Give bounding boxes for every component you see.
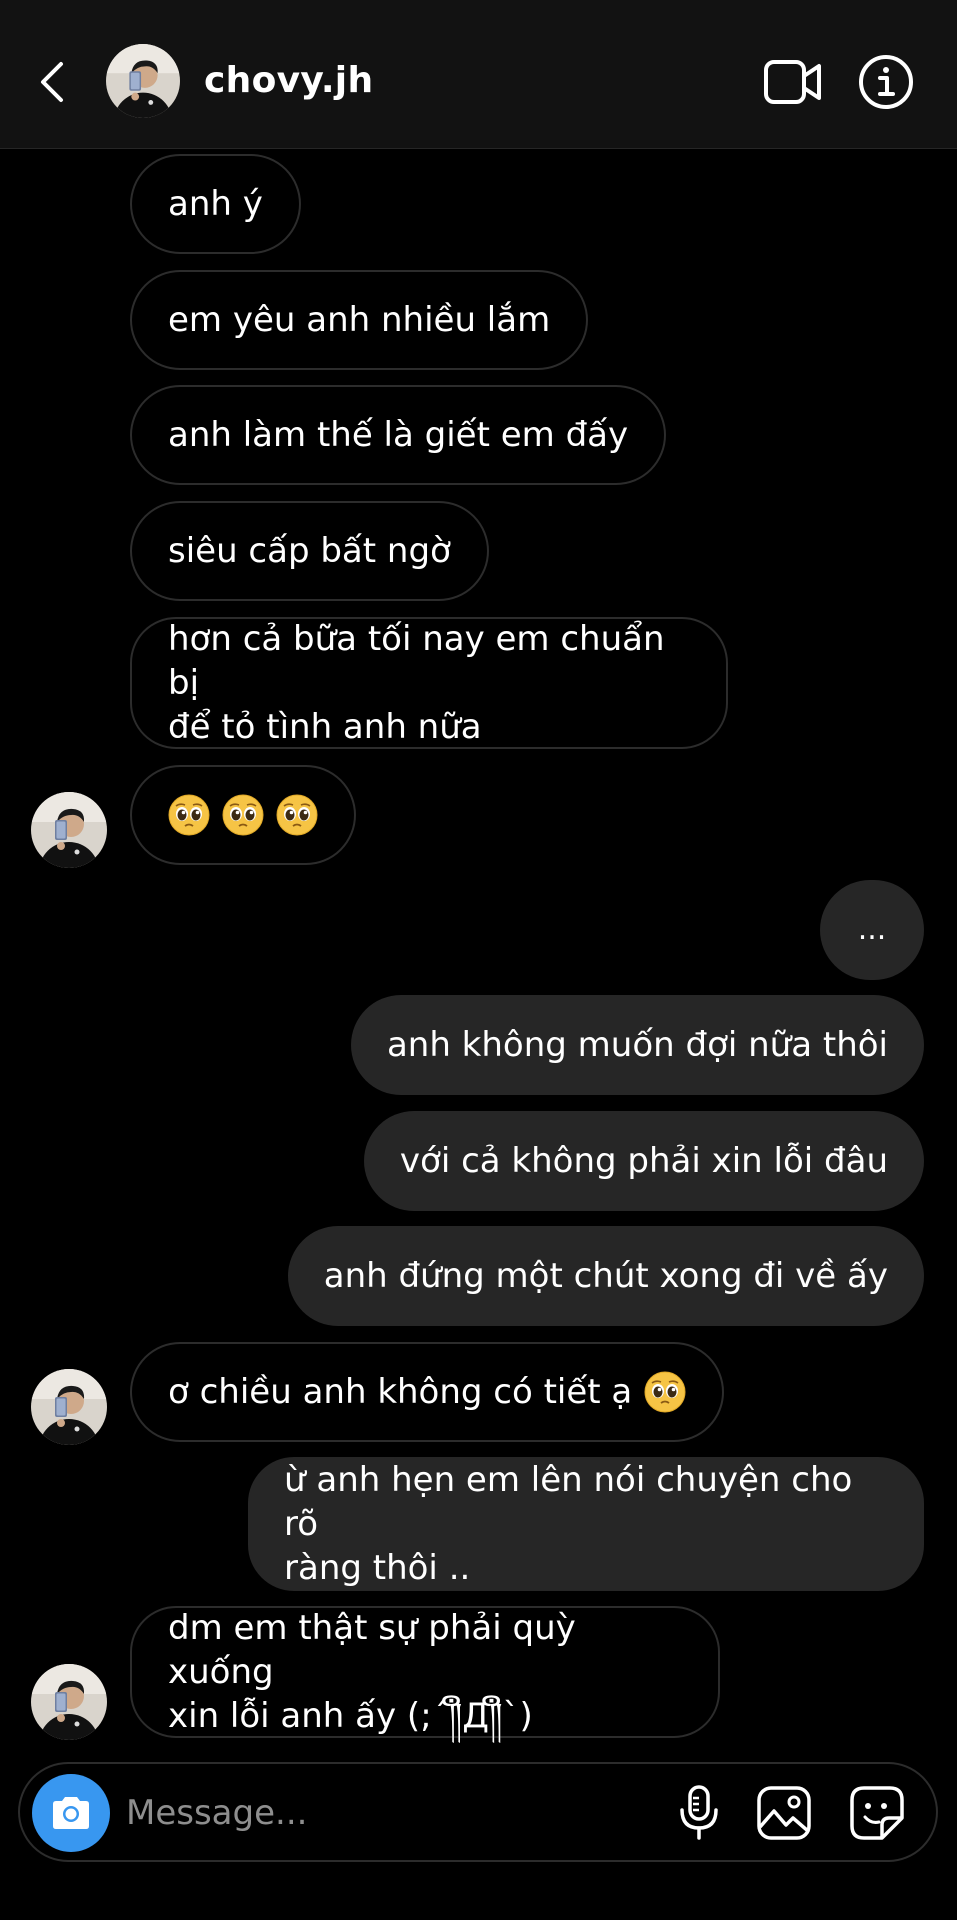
image-icon xyxy=(757,1786,811,1840)
message-text: anh không muốn đợi nữa thôi xyxy=(386,1025,888,1065)
message-text: anh làm thế là giết em đấy xyxy=(168,415,629,455)
back-button[interactable] xyxy=(28,50,76,114)
emoji-message-bubble[interactable] xyxy=(130,765,356,865)
pleading-face-emoji xyxy=(222,794,264,836)
camera-button[interactable] xyxy=(32,1774,110,1852)
message-text: ... xyxy=(857,912,887,947)
message-text: với cả không phải xin lỗi đâu xyxy=(399,1141,888,1181)
info-icon xyxy=(859,55,913,109)
message-bubble[interactable]: anh ý xyxy=(130,154,301,254)
sticker-button[interactable] xyxy=(846,1782,908,1844)
message-bubble[interactable]: anh không muốn đợi nữa thôi xyxy=(350,995,924,1095)
message-bubble[interactable]: dm em thật sự phải quỳ xuống xin lỗi anh… xyxy=(130,1606,720,1738)
sticker-icon xyxy=(850,1786,904,1840)
message-text-line: xin lỗi anh ấy (;´༎ຶД༎ຶ`) xyxy=(168,1696,533,1736)
chat-header: chovy.jh xyxy=(0,0,957,149)
message-bubble[interactable]: hơn cả bữa tối nay em chuẩn bị để tỏ tìn… xyxy=(130,617,728,749)
message-bubble[interactable]: siêu cấp bất ngờ xyxy=(130,501,489,601)
message-text: ơ chiều anh không có tiết ạ xyxy=(168,1372,633,1412)
message-text-line: dm em thật sự phải quỳ xuống xyxy=(168,1608,576,1692)
message-input[interactable] xyxy=(124,1784,528,1842)
camera-icon xyxy=(53,1797,89,1829)
typing-bubble[interactable]: ... xyxy=(820,880,924,980)
pleading-face-emoji xyxy=(644,1371,686,1413)
gallery-button[interactable] xyxy=(753,1782,815,1844)
message-composer xyxy=(18,1762,938,1862)
sender-avatar[interactable] xyxy=(31,1664,107,1740)
sender-avatar[interactable] xyxy=(31,1369,107,1445)
video-camera-icon xyxy=(764,60,821,104)
pleading-face-emoji xyxy=(276,794,318,836)
message-text-line: hơn cả bữa tối nay em chuẩn bị xyxy=(168,619,665,703)
message-bubble[interactable]: anh làm thế là giết em đấy xyxy=(130,385,667,485)
chevron-left-icon xyxy=(41,62,63,102)
info-button[interactable] xyxy=(856,52,916,112)
message-text: anh đứng một chút xong đi về ấy xyxy=(323,1256,888,1296)
voice-message-button[interactable] xyxy=(668,1782,730,1844)
contact-name[interactable]: chovy.jh xyxy=(204,56,373,106)
message-text-line: ràng thôi .. xyxy=(284,1548,471,1588)
message-bubble[interactable]: anh đứng một chút xong đi về ấy xyxy=(287,1226,924,1326)
message-bubble[interactable]: ơ chiều anh không có tiết ạ xyxy=(130,1342,725,1442)
message-text-line: để tỏ tình anh nữa xyxy=(168,707,482,747)
message-text: em yêu anh nhiều lắm xyxy=(168,300,551,340)
message-text-line: ừ anh hẹn em lên nói chuyện cho rõ xyxy=(284,1460,853,1544)
message-bubble[interactable]: ừ anh hẹn em lên nói chuyện cho rõ ràng … xyxy=(248,1457,924,1591)
pleading-face-emoji xyxy=(168,794,210,836)
message-bubble[interactable]: với cả không phải xin lỗi đâu xyxy=(363,1111,924,1211)
microphone-icon xyxy=(680,1785,718,1840)
contact-avatar[interactable] xyxy=(106,44,180,118)
message-bubble[interactable]: em yêu anh nhiều lắm xyxy=(130,270,589,370)
message-text: anh ý xyxy=(168,184,263,224)
sender-avatar[interactable] xyxy=(31,792,107,868)
message-text: siêu cấp bất ngờ xyxy=(168,531,451,571)
video-call-button[interactable] xyxy=(762,54,824,110)
